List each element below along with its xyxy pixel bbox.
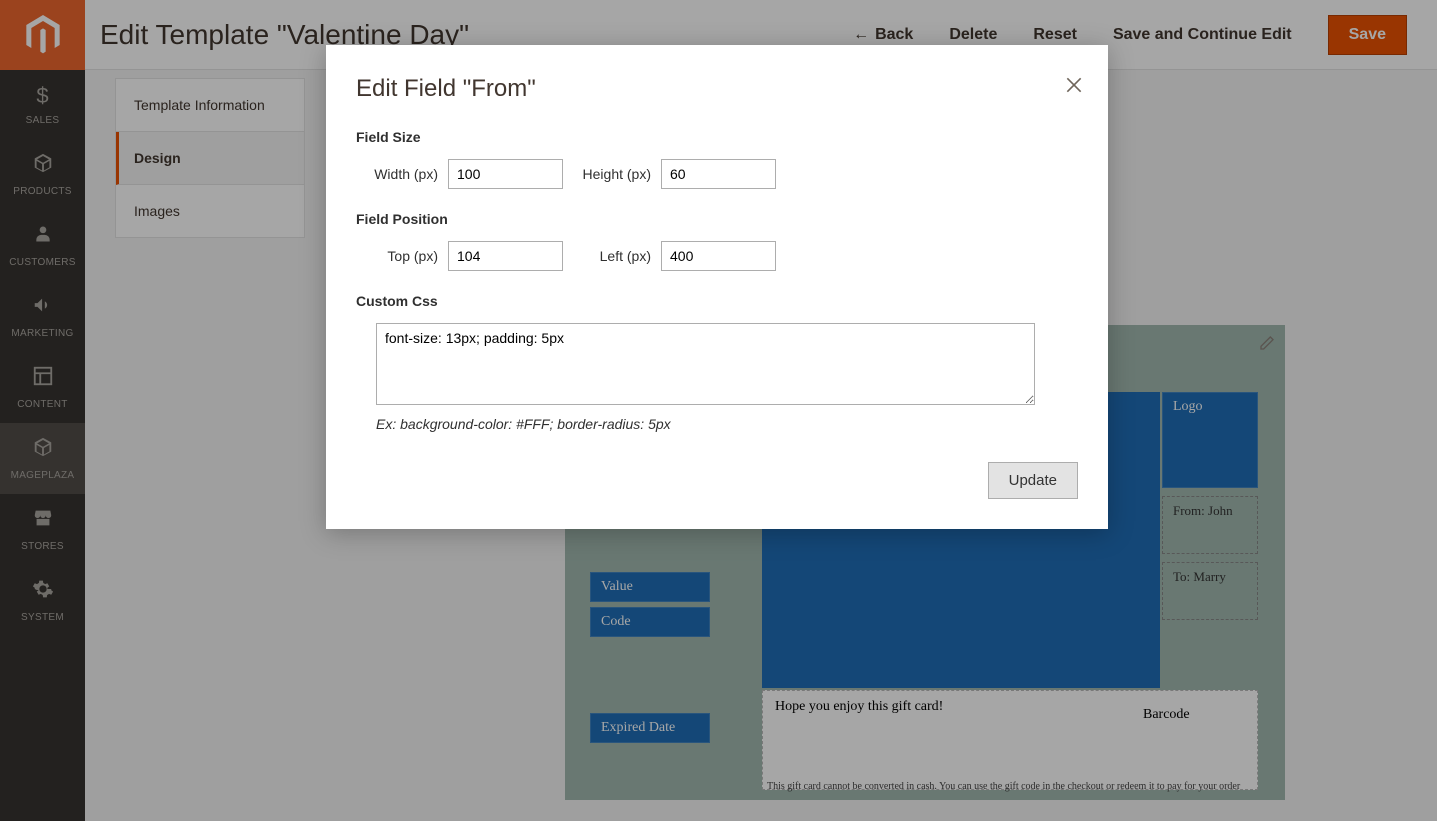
css-hint: Ex: background-color: #FFF; border-radiu… bbox=[376, 416, 1078, 432]
width-label: Width (px) bbox=[368, 166, 438, 182]
left-input[interactable] bbox=[661, 241, 776, 271]
height-input[interactable] bbox=[661, 159, 776, 189]
section-field-size: Field Size bbox=[356, 129, 1078, 145]
height-label: Height (px) bbox=[581, 166, 651, 182]
left-label: Left (px) bbox=[581, 248, 651, 264]
edit-field-modal: Edit Field "From" Field Size Width (px) … bbox=[326, 45, 1108, 529]
section-custom-css: Custom Css bbox=[356, 293, 1078, 309]
row-position: Top (px) Left (px) bbox=[356, 241, 1078, 271]
close-icon[interactable] bbox=[1064, 75, 1084, 100]
width-input[interactable] bbox=[448, 159, 563, 189]
top-input[interactable] bbox=[448, 241, 563, 271]
modal-footer: Update bbox=[356, 462, 1078, 499]
section-field-position: Field Position bbox=[356, 211, 1078, 227]
row-size: Width (px) Height (px) bbox=[356, 159, 1078, 189]
top-label: Top (px) bbox=[368, 248, 438, 264]
modal-title: Edit Field "From" bbox=[356, 75, 1078, 103]
update-button[interactable]: Update bbox=[988, 462, 1078, 499]
custom-css-textarea[interactable] bbox=[376, 323, 1035, 405]
